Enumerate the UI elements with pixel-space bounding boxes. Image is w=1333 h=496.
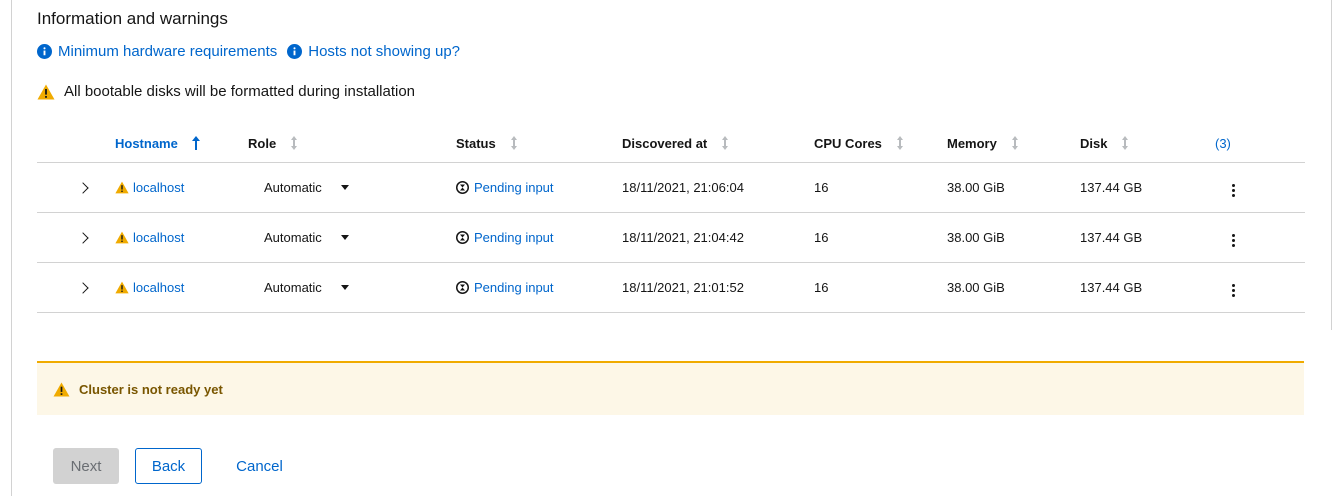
info-circle-icon [287,44,303,59]
warning-triangle-icon [37,84,55,99]
memory-cell: 38.00 GiB [947,262,1080,313]
right-border [1331,0,1332,330]
sort-arrows-icon [1011,136,1018,150]
hardware-requirements-link[interactable]: Minimum hardware requirements [37,43,277,60]
role-column-header[interactable]: Role [248,124,456,163]
memory-cell: 38.00 GiB [947,212,1080,263]
hardware-requirements-label: Minimum hardware requirements [58,43,278,60]
role-header-label: Role [248,135,277,151]
warning-triangle-icon [53,381,70,397]
status-link[interactable]: Pending input [456,180,622,195]
hourglass-icon [456,281,469,294]
info-links: Minimum hardware requirements Hosts not … [37,43,470,60]
role-value: Automatic [264,230,322,245]
discovered-cell: 18/11/2021, 21:04:42 [622,212,814,263]
sort-arrows-icon [722,136,729,150]
caret-down-icon [340,285,349,290]
status-column-header[interactable]: Status [456,124,622,163]
hourglass-icon [456,231,469,244]
next-button[interactable]: Next [53,448,119,484]
disk-format-warning-text: All bootable disks will be formatted dur… [64,83,416,100]
table-row: localhost Automatic Pending input 18/11/… [37,162,1305,213]
caret-down-icon [340,185,349,190]
table-row: localhost Automatic Pending input 18/11/… [37,262,1305,313]
disk-column-header[interactable]: Disk [1080,124,1215,163]
disk-format-warning: All bootable disks will be formatted dur… [37,83,415,100]
status-text: Pending input [474,180,554,195]
sort-ascending-icon [191,136,200,150]
status-header-label: Status [456,135,496,151]
expand-column-header [37,124,115,163]
chevron-right-icon[interactable] [77,282,89,294]
role-value: Automatic [264,280,322,295]
kebab-menu-icon[interactable] [1225,180,1241,200]
status-link[interactable]: Pending input [456,280,622,295]
memory-column-header[interactable]: Memory [947,124,1080,163]
alert-text: Cluster is not ready yet [79,381,223,397]
cpu-cell: 16 [814,262,947,313]
kebab-menu-icon[interactable] [1225,280,1241,300]
disk-cell: 137.44 GB [1080,162,1215,213]
chevron-right-icon[interactable] [77,232,89,244]
role-value: Automatic [264,180,322,195]
cancel-button[interactable]: Cancel [222,448,297,484]
role-dropdown[interactable]: Automatic [248,230,349,245]
sort-arrows-icon [1122,136,1129,150]
back-button[interactable]: Back [135,448,202,484]
table-row: localhost Automatic Pending input 18/11/… [37,212,1305,263]
section-title: Information and warnings [37,9,228,28]
status-text: Pending input [474,230,554,245]
hosts-not-showing-link[interactable]: Hosts not showing up? [287,43,460,60]
disk-cell: 137.44 GB [1080,262,1215,313]
warning-triangle-icon [115,181,129,194]
hostname-column-header[interactable]: Hostname [115,124,248,163]
info-circle-icon [37,44,52,59]
hostname-text: localhost [133,280,185,295]
column-manage-link[interactable]: (3) [1215,136,1231,151]
warning-triangle-icon [115,231,129,244]
discovered-header-label: Discovered at [622,135,708,151]
caret-down-icon [340,235,349,240]
cpu-column-header[interactable]: CPU Cores [814,124,947,163]
hostname-link[interactable]: localhost [115,280,248,295]
table-header-row: Hostname Role Status Discovered at CPU C… [37,124,1305,163]
sort-arrows-icon [291,136,298,150]
hostname-link[interactable]: localhost [115,230,248,245]
hosts-not-showing-label: Hosts not showing up? [308,43,461,60]
role-dropdown[interactable]: Automatic [248,180,349,195]
cpu-header-label: CPU Cores [814,135,882,151]
role-dropdown[interactable]: Automatic [248,280,349,295]
status-link[interactable]: Pending input [456,230,622,245]
discovered-cell: 18/11/2021, 21:06:04 [622,162,814,213]
disk-cell: 137.44 GB [1080,212,1215,263]
hostname-text: localhost [133,180,185,195]
kebab-menu-icon[interactable] [1225,230,1241,250]
hostname-header-label: Hostname [115,135,178,151]
chevron-right-icon[interactable] [77,182,89,194]
memory-header-label: Memory [947,135,997,151]
cpu-cell: 16 [814,162,947,213]
sort-arrows-icon [896,136,903,150]
column-count-header: (3) [1215,124,1305,163]
left-border [11,0,12,496]
disk-header-label: Disk [1080,135,1108,151]
cluster-not-ready-alert: Cluster is not ready yet [37,361,1304,415]
hourglass-icon [456,181,469,194]
memory-cell: 38.00 GiB [947,162,1080,213]
hosts-table: Hostname Role Status Discovered at CPU C… [37,124,1305,313]
sort-arrows-icon [510,136,517,150]
discovered-cell: 18/11/2021, 21:01:52 [622,262,814,313]
status-text: Pending input [474,280,554,295]
discovered-column-header[interactable]: Discovered at [622,124,814,163]
hostname-text: localhost [133,230,185,245]
hostname-link[interactable]: localhost [115,180,248,195]
warning-triangle-icon [115,281,129,294]
cpu-cell: 16 [814,212,947,263]
